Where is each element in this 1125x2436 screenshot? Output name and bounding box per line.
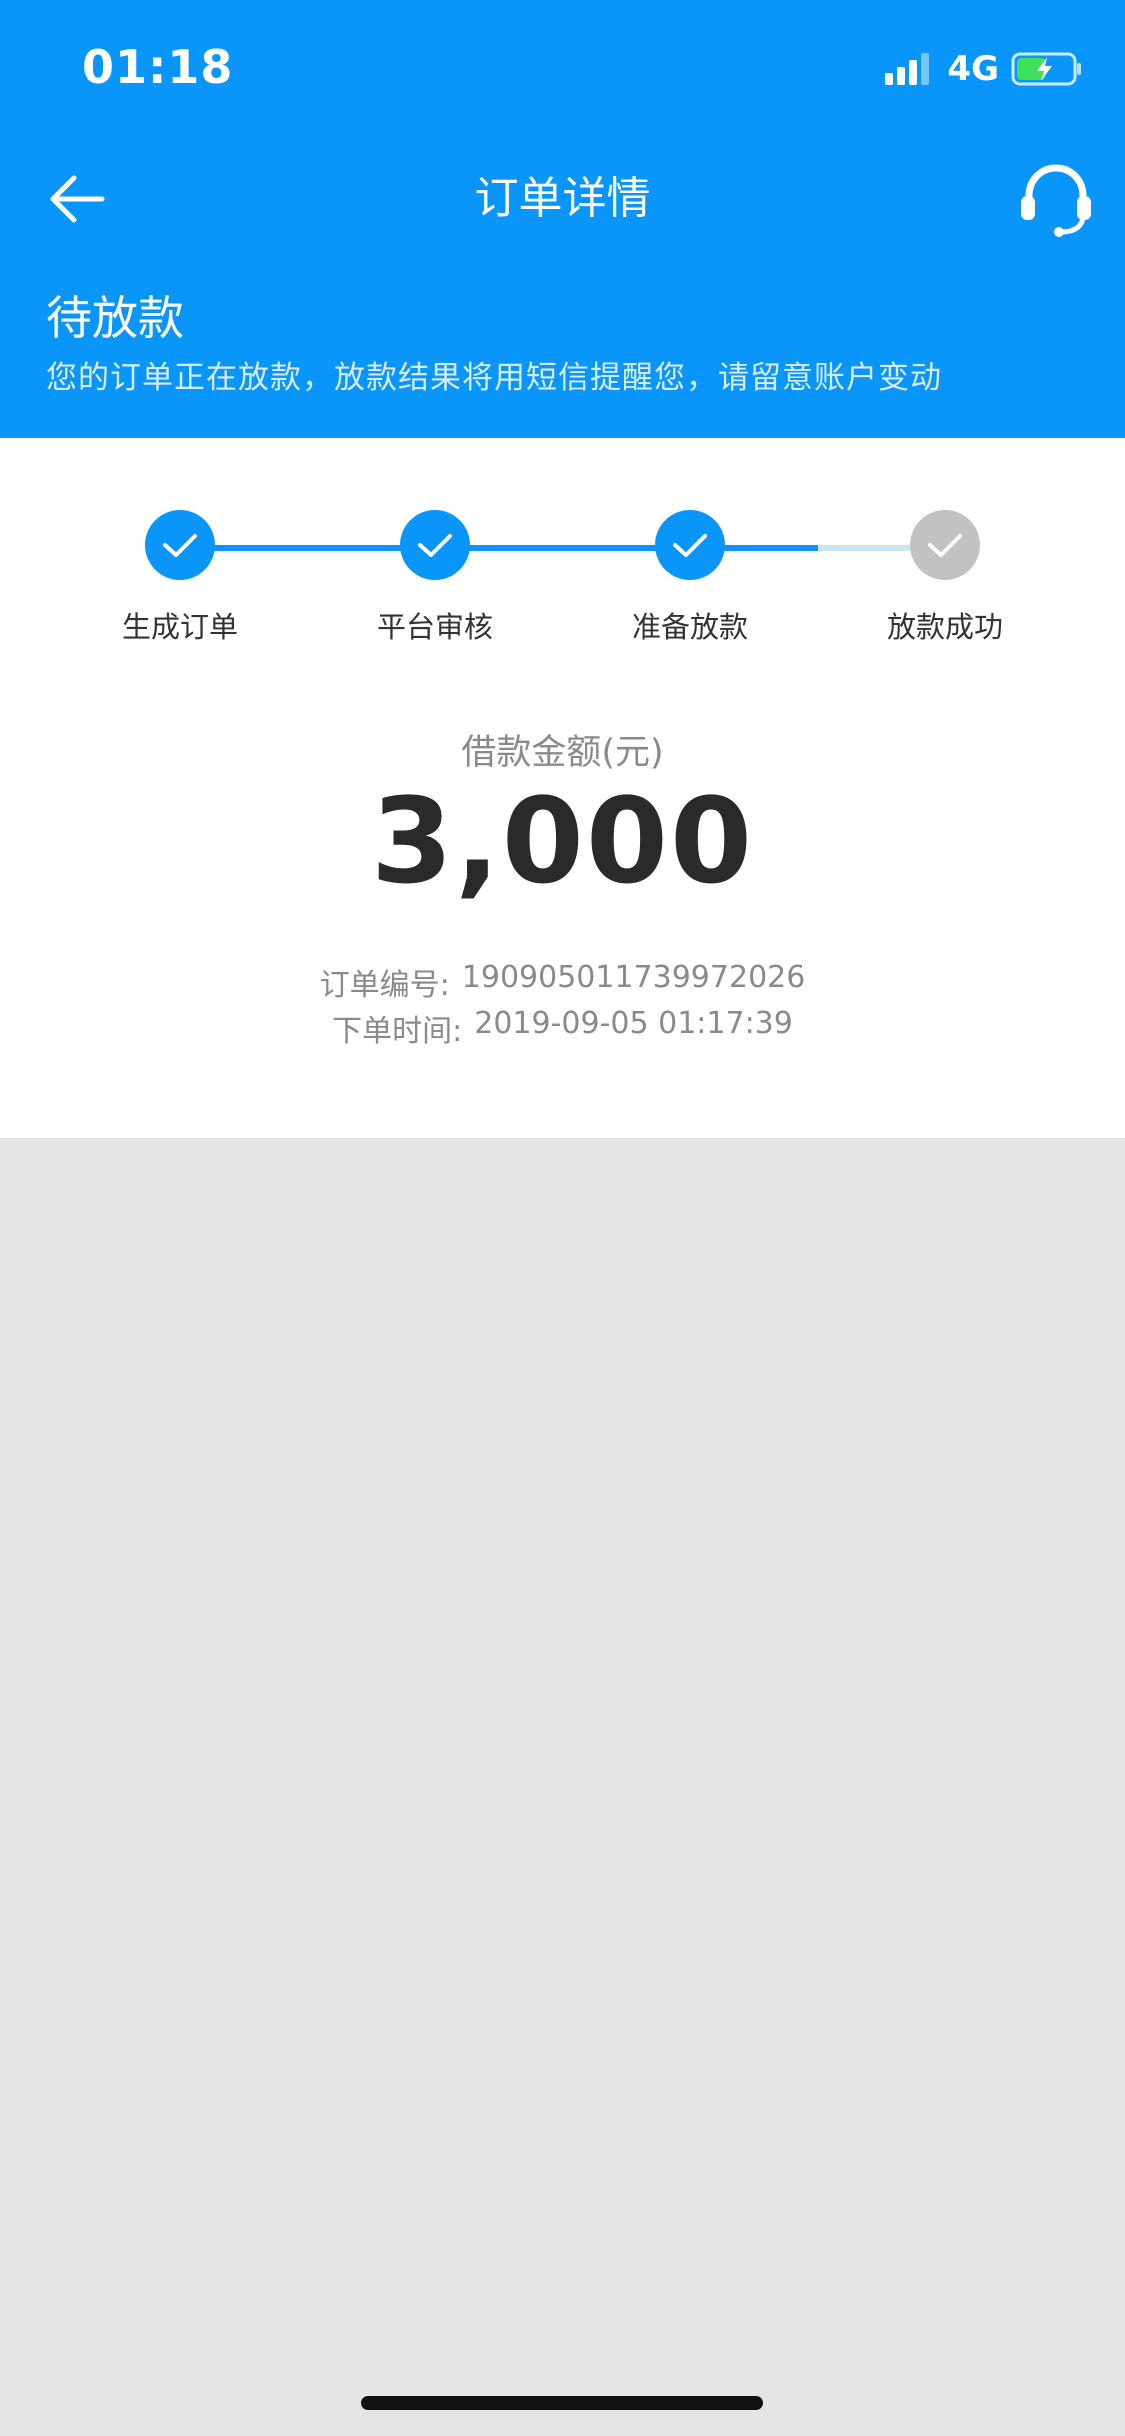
step-prepare-loan: 准备放款 bbox=[580, 510, 800, 646]
order-number-row: 订单编号: 190905011739972026 bbox=[0, 960, 1125, 1004]
network-type: 4G bbox=[947, 49, 999, 89]
status-indicators: 4G bbox=[885, 48, 1083, 90]
step-generate-order: 生成订单 bbox=[70, 510, 290, 646]
check-icon bbox=[655, 510, 725, 580]
order-status-title: 待放款 bbox=[46, 291, 184, 345]
order-status-description: 您的订单正在放款，放款结果将用短信提醒您，请留意账户变动 bbox=[46, 360, 942, 396]
home-indicator[interactable] bbox=[361, 2396, 763, 2410]
step-label: 放款成功 bbox=[886, 610, 1003, 644]
step-label: 准备放款 bbox=[631, 610, 748, 644]
step-label: 生成订单 bbox=[121, 610, 238, 644]
order-time-value: 2019-09-05 01:17:39 bbox=[474, 1006, 793, 1041]
customer-service-headset-icon[interactable] bbox=[1017, 160, 1095, 238]
order-time-row: 下单时间: 2019-09-05 01:17:39 bbox=[0, 1006, 1125, 1050]
header: 01:18 4G 订单详情 待放款 您的订单正在放款，放款结果将用短信提醒您，请… bbox=[0, 0, 1125, 438]
battery-icon bbox=[1011, 52, 1081, 86]
order-number-value: 190905011739972026 bbox=[461, 960, 806, 995]
step-loan-success: 放款成功 bbox=[835, 510, 1055, 646]
loan-amount-value: 3,000 bbox=[370, 772, 755, 910]
signal-icon bbox=[885, 53, 933, 85]
check-icon bbox=[145, 510, 215, 580]
check-icon bbox=[910, 510, 980, 580]
app-screen: 01:18 4G 订单详情 待放款 您的订单正在放款，放款结果将用短信提醒您，请… bbox=[0, 0, 1125, 2436]
order-card: 生成订单 平台审核 准备放款 放款成功 借款金额(元) 3,000 订单编号: … bbox=[0, 438, 1125, 1138]
order-number-label: 订单编号: bbox=[319, 968, 450, 1003]
page-title: 订单详情 bbox=[474, 173, 651, 224]
status-time: 01:18 bbox=[82, 40, 234, 94]
step-label: 平台审核 bbox=[376, 610, 493, 644]
progress-steps: 生成订单 平台审核 准备放款 放款成功 bbox=[0, 510, 1125, 650]
order-time-label: 下单时间: bbox=[332, 1014, 463, 1049]
step-platform-review: 平台审核 bbox=[325, 510, 545, 646]
check-icon bbox=[400, 510, 470, 580]
loan-amount-label: 借款金额(元) bbox=[461, 733, 664, 773]
